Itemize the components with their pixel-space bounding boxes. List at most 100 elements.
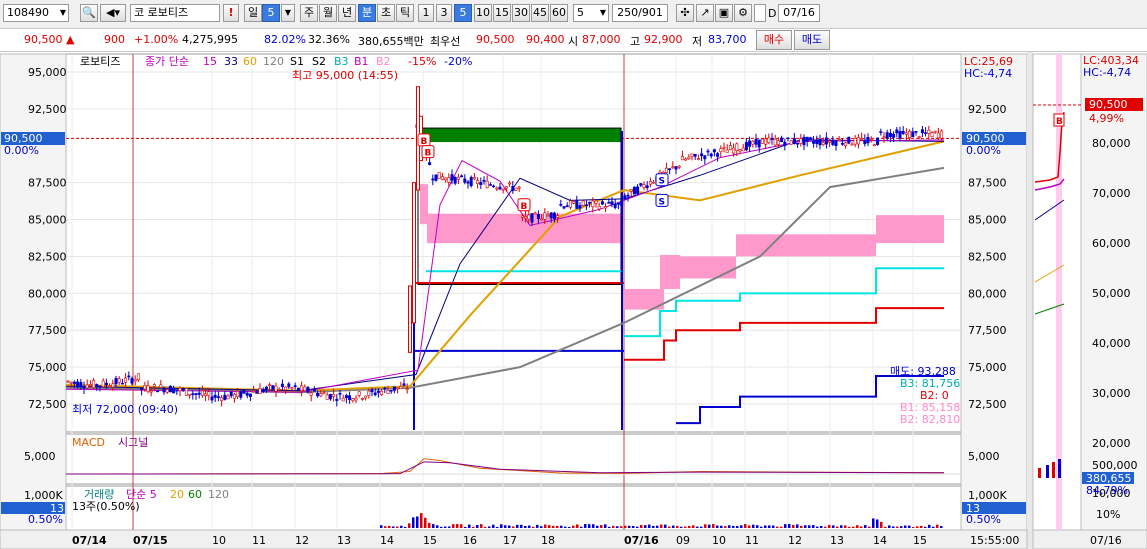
stock-chart[interactable]: 95,000 92,500 87,500 85,000 82,500 80,000 77,5…: [0, 52, 1147, 549]
candle: [684, 158, 688, 161]
candle: [888, 132, 892, 138]
minute-60-button[interactable]: 60: [550, 4, 568, 22]
time-label: 13: [337, 534, 351, 547]
candle: [488, 184, 492, 186]
volume-bar: [932, 526, 935, 528]
signal-marker-label: B: [521, 202, 528, 212]
search-icon[interactable]: 🔍: [80, 4, 98, 22]
minute-3-button[interactable]: 3: [436, 4, 452, 22]
minute-45-button[interactable]: 45: [531, 4, 549, 22]
candle: [613, 203, 617, 208]
candle: [143, 384, 147, 390]
mini-vol-tick-2: 10%: [1096, 508, 1120, 521]
candle: [348, 395, 352, 400]
period-value[interactable]: 5: [262, 4, 280, 22]
date-field[interactable]: 07/16: [778, 4, 820, 22]
volume-bar: [764, 525, 767, 528]
candle: [309, 392, 313, 396]
candle: [924, 132, 928, 134]
candle: [642, 184, 646, 188]
minute-5-button[interactable]: 5: [454, 4, 472, 22]
splitter[interactable]: [1027, 52, 1033, 549]
volume-bar: [732, 525, 735, 528]
period-tick-button[interactable]: 틱: [396, 4, 414, 22]
stock-code-input[interactable]: 108490 ▼: [3, 4, 69, 22]
save-icon[interactable]: ▣: [715, 4, 733, 22]
candle: [536, 214, 540, 220]
candle: [370, 389, 374, 393]
candle: [722, 147, 726, 149]
ma-legend-label: 종가 단순: [145, 55, 189, 68]
candle: [908, 130, 912, 138]
candle: [748, 140, 752, 147]
volume-bar: [780, 526, 783, 528]
candle: [917, 136, 921, 138]
minute-30-button[interactable]: 30: [512, 4, 530, 22]
candle: [706, 150, 710, 153]
candle: [543, 212, 547, 220]
price-tick-left: 95,000: [28, 66, 67, 79]
candle: [319, 393, 323, 397]
volume-bar: [916, 526, 919, 528]
minute-15-button[interactable]: 15: [493, 4, 511, 22]
candle: [152, 384, 156, 387]
period-select[interactable]: 5 ▼: [573, 4, 609, 22]
draw-tool-icon[interactable]: ↗: [696, 4, 714, 22]
period-week-button[interactable]: 주: [300, 4, 318, 22]
period-year-button[interactable]: 년: [338, 4, 356, 22]
minute-1-button[interactable]: 1: [418, 4, 434, 22]
toolbar: 108490 ▼ 🔍 ◀▾ 코 로보티즈 ! 일 5 ▼ 주 월 년 분 초 틱 …: [0, 0, 1147, 29]
mini-tick: 60,000: [1092, 237, 1131, 250]
time-label: 17: [503, 534, 517, 547]
crosshair-icon[interactable]: ✣: [676, 4, 694, 22]
candle: [648, 181, 652, 185]
speaker-icon[interactable]: ◀▾: [100, 4, 126, 22]
mini-tick: 70,000: [1092, 187, 1131, 200]
candle: [236, 391, 240, 398]
period-month-button[interactable]: 월: [319, 4, 337, 22]
candle: [693, 153, 697, 157]
candle: [556, 215, 560, 218]
macd-pane[interactable]: [65, 433, 962, 485]
candle: [885, 132, 889, 139]
sell-button[interactable]: 매도: [794, 30, 830, 50]
volume-bar: [648, 524, 651, 528]
chevron-down-icon[interactable]: ▼: [281, 4, 295, 22]
minute-10-button[interactable]: 10: [474, 4, 492, 22]
candle: [104, 382, 108, 386]
dropdown-icon[interactable]: ▼: [60, 5, 66, 21]
warning-button[interactable]: !: [223, 4, 239, 22]
candle: [316, 392, 320, 397]
period-day-button[interactable]: 일: [244, 4, 262, 22]
stock-name-field[interactable]: 코 로보티즈: [130, 4, 220, 22]
volume-bar: [832, 525, 835, 528]
candle: [85, 384, 89, 389]
macd-label: MACD: [72, 436, 105, 449]
volume-bar: [392, 526, 395, 528]
vol-tick-left: 1,000K: [24, 489, 63, 502]
candle: [712, 149, 716, 153]
volume-bar: [824, 526, 827, 528]
period-second-button[interactable]: 초: [377, 4, 395, 22]
volume-bar: [896, 526, 899, 528]
volume-bar: [844, 525, 847, 528]
candle: [332, 394, 336, 397]
candle: [130, 378, 134, 384]
period-minute-button[interactable]: 분: [358, 4, 376, 22]
date-checkbox[interactable]: [754, 4, 766, 22]
candle: [533, 212, 537, 215]
time-label: 18: [541, 534, 555, 547]
volume-bar: [600, 525, 603, 528]
time-label: 07/15: [133, 534, 168, 547]
settings-icon[interactable]: ⚙: [734, 4, 752, 22]
buy-button[interactable]: 매수: [756, 30, 792, 50]
volume-bar: [544, 524, 547, 528]
count-field[interactable]: 250/901: [612, 4, 668, 22]
candle: [300, 385, 304, 391]
pct-15: -15%: [408, 55, 436, 68]
candle: [853, 137, 857, 145]
mini-tick: 50,000: [1092, 287, 1131, 300]
volume-bar: [768, 525, 771, 528]
candle: [168, 385, 172, 393]
candle: [290, 387, 294, 389]
